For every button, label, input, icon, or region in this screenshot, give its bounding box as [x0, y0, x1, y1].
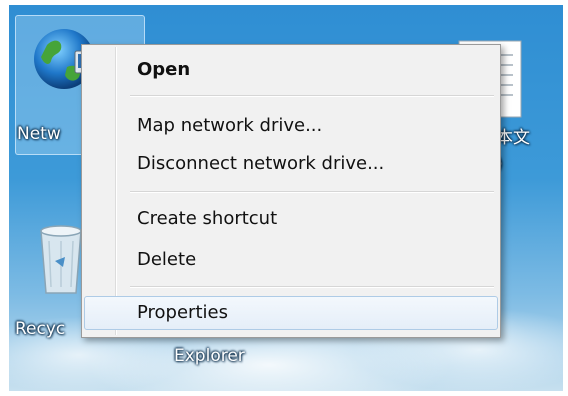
- menu-item-open[interactable]: Open: [84, 53, 498, 87]
- recycle-bin-icon[interactable]: [35, 217, 87, 297]
- screenshot-frame: Netw Recyc 本文 ) Explorer Open Map networ…: [0, 0, 568, 396]
- explorer-icon-label: Explorer: [174, 346, 245, 366]
- menu-separator: [130, 191, 494, 193]
- text-document-label: 本文 ): [496, 125, 530, 177]
- text-document-label-line1: 本文: [496, 128, 530, 148]
- menu-item-properties[interactable]: Properties: [84, 296, 498, 330]
- menu-separator: [130, 95, 494, 97]
- network-icon-label: Netw: [17, 124, 61, 144]
- menu-separator: [130, 286, 494, 288]
- text-document-label-line2: ): [496, 151, 530, 177]
- context-menu[interactable]: Open Map network drive... Disconnect net…: [81, 44, 501, 338]
- menu-item-disconnect-network-drive[interactable]: Disconnect network drive...: [84, 147, 498, 181]
- recycle-bin-label: Recyc: [15, 319, 66, 339]
- menu-icon-gutter: [115, 47, 117, 335]
- menu-item-map-network-drive[interactable]: Map network drive...: [84, 109, 498, 143]
- menu-item-delete[interactable]: Delete: [84, 243, 498, 277]
- menu-item-create-shortcut[interactable]: Create shortcut: [84, 202, 498, 236]
